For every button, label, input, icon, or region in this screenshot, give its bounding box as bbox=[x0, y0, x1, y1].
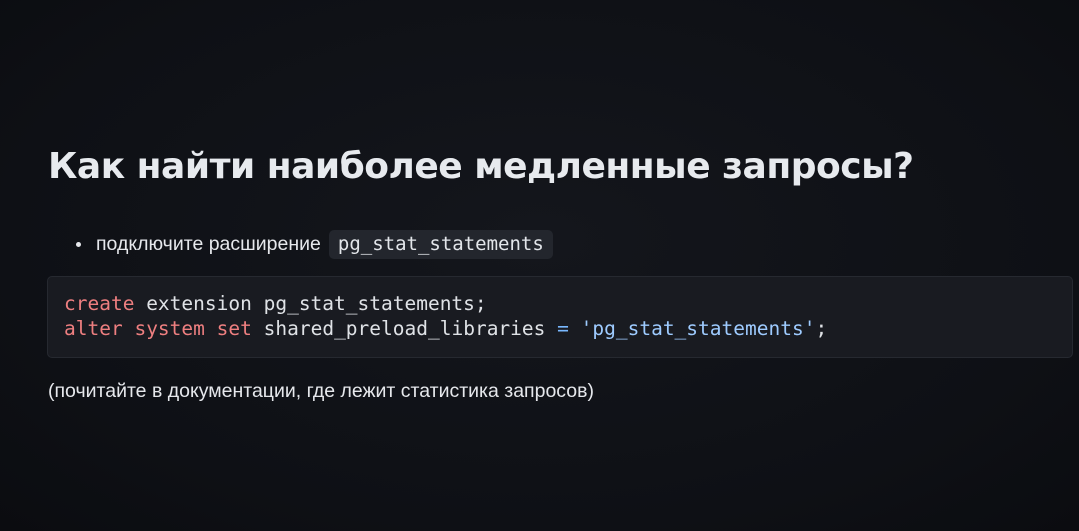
code-block: create extension pg_stat_statements; alt… bbox=[47, 276, 1073, 358]
bullet-text: подключите расширение bbox=[96, 233, 321, 255]
code-text: extension pg_stat_statements; bbox=[134, 292, 487, 315]
bullet-item: подключите расширение pg_stat_statements bbox=[76, 228, 553, 261]
presentation-slide: Как найти наиболее медленные запросы? по… bbox=[0, 0, 1079, 531]
bullet-dot-icon bbox=[76, 242, 81, 247]
code-keyword: create bbox=[64, 292, 135, 315]
code-keyword: set bbox=[216, 317, 252, 340]
code-line-1: create extension pg_stat_statements; bbox=[64, 291, 1056, 316]
code-string: 'pg_stat_statements' bbox=[580, 317, 816, 340]
inline-code: pg_stat_statements bbox=[328, 230, 553, 259]
code-text: ; bbox=[815, 317, 828, 340]
slide-note: (почитайте в документации, где лежит ста… bbox=[48, 380, 594, 402]
code-operator: = bbox=[557, 317, 569, 340]
code-keyword: system bbox=[134, 317, 205, 340]
code-keyword: alter bbox=[64, 317, 123, 340]
slide-title: Как найти наиболее медленные запросы? bbox=[48, 146, 914, 187]
code-text: shared_preload_libraries bbox=[251, 317, 558, 340]
code-line-2: alter system set shared_preload_librarie… bbox=[64, 316, 1056, 341]
